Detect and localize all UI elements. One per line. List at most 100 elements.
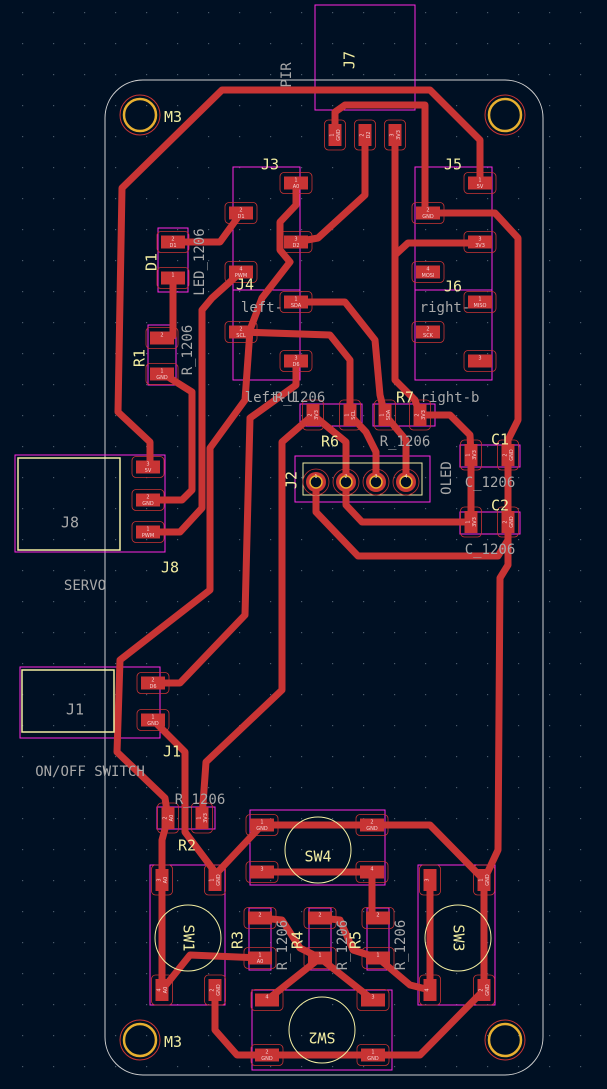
pad[interactable]: 2D6 xyxy=(136,672,170,694)
grid-dot xyxy=(53,291,55,293)
component-j1[interactable]: J1 2D6 1GND J1 ON/OFF SWITCH xyxy=(21,669,181,780)
grid-dot xyxy=(425,384,427,386)
copper-track[interactable] xyxy=(331,101,429,217)
grid-dot xyxy=(332,260,334,262)
pad[interactable]: 2D1 xyxy=(224,202,258,224)
mounting-hole xyxy=(122,97,158,133)
through-hole-pin[interactable]: 1 xyxy=(302,468,330,496)
grid-dot xyxy=(146,1004,148,1006)
pad[interactable]: 33V3 xyxy=(384,119,406,151)
pad[interactable]: 4MOSI xyxy=(411,261,445,283)
grid-dot xyxy=(301,353,303,355)
grid-dot xyxy=(425,663,427,665)
component-r5[interactable]: 2 1 R5 R_1206 xyxy=(347,907,410,971)
grid-dot xyxy=(518,849,520,851)
component-j6[interactable]: 1MISO 2SCK 3 J6 right-b xyxy=(411,278,497,407)
grid-dot xyxy=(425,74,427,76)
grid-dot xyxy=(549,322,551,324)
pad[interactable]: 1SDA xyxy=(279,291,313,313)
body-reference: J8 xyxy=(61,514,79,532)
pad[interactable]: 1GND xyxy=(356,1044,390,1066)
pad-net: GND xyxy=(509,516,515,528)
grid-dot xyxy=(549,663,551,665)
through-hole-pin[interactable]: 2 xyxy=(332,468,360,496)
grid-dot xyxy=(270,539,272,541)
grid-dot xyxy=(425,539,427,541)
grid-dot xyxy=(394,787,396,789)
grid-dot xyxy=(363,880,365,882)
pad[interactable]: 1PWM xyxy=(131,521,165,543)
pad-net: 3V3 xyxy=(396,130,402,140)
component-j8[interactable]: J8 35V 2GND 1PWM J8 SERVO xyxy=(17,456,179,595)
grid-dot xyxy=(22,601,24,603)
grid-dot xyxy=(115,601,117,603)
grid-dot xyxy=(53,477,55,479)
pad[interactable]: 3 xyxy=(419,864,441,896)
grid-dot xyxy=(394,415,396,417)
pad[interactable]: 3 xyxy=(245,861,279,883)
grid-dot xyxy=(146,415,148,417)
grid-dot xyxy=(115,260,117,262)
pad[interactable]: 2GND xyxy=(204,974,226,1006)
pad[interactable]: 33V3 xyxy=(463,231,497,253)
through-hole-pin[interactable]: 3 xyxy=(362,468,390,496)
grid-dot xyxy=(332,1004,334,1006)
grid-dot xyxy=(549,477,551,479)
grid-dot xyxy=(518,229,520,231)
grid-dot xyxy=(363,415,365,417)
pad-number: 2 xyxy=(171,237,174,243)
component-j2[interactable]: 1 2 3 4 J2 OLED xyxy=(283,461,456,496)
grid-dot xyxy=(239,973,241,975)
grid-dot xyxy=(208,167,210,169)
pad[interactable]: 1GND xyxy=(324,119,346,151)
grid-dot xyxy=(22,446,24,448)
pad[interactable]: 2GND xyxy=(131,489,165,511)
pad[interactable]: 2 D2 xyxy=(354,119,376,151)
grid-dot xyxy=(239,136,241,138)
grid-dot xyxy=(22,291,24,293)
grid-dot xyxy=(580,1035,582,1037)
grid-dot xyxy=(301,663,303,665)
pad[interactable]: 2GND xyxy=(355,814,389,836)
pad-net: GND xyxy=(256,826,268,832)
copper-track[interactable] xyxy=(391,239,484,259)
grid-dot xyxy=(549,818,551,820)
pad-number: 2 xyxy=(163,816,169,819)
component-value: right-b xyxy=(420,390,479,406)
grid-dot xyxy=(84,446,86,448)
pad[interactable]: 3D2 xyxy=(279,231,313,253)
pin-number: 3 xyxy=(374,474,377,480)
pad[interactable]: 2D1 xyxy=(156,231,190,253)
pad[interactable]: 3 xyxy=(463,350,497,372)
pad-net: GND xyxy=(142,501,154,507)
pad[interactable]: 3 A0 xyxy=(151,864,173,896)
copper-track[interactable] xyxy=(258,868,382,922)
grid-dot xyxy=(549,446,551,448)
grid-dot xyxy=(301,322,303,324)
pad-number: 1 xyxy=(146,527,149,533)
grid-dot xyxy=(456,260,458,262)
grid-dot xyxy=(22,911,24,913)
pad[interactable]: 2GND xyxy=(250,1044,284,1066)
pcb-canvas[interactable]: M3M3 1 GND 2 D2 3 3V3J7PIR1A02D13D24PWMJ3left… xyxy=(0,0,607,1089)
component-value: R_1206 xyxy=(180,325,196,376)
component-j7[interactable]: 1 GND 2 D2 3 3V3 J7 PIR xyxy=(279,51,406,151)
copper-track[interactable] xyxy=(144,371,196,504)
grid-dot xyxy=(270,601,272,603)
grid-dot xyxy=(580,1004,582,1006)
grid-dot xyxy=(239,353,241,355)
grid-dot xyxy=(487,601,489,603)
copper-track[interactable] xyxy=(149,357,300,687)
grid-dot xyxy=(487,694,489,696)
grid-dot xyxy=(22,384,24,386)
component-value: R_1206 xyxy=(380,434,431,450)
component-r1[interactable]: 2 1GND R1 R_1206 xyxy=(131,325,197,385)
grid-dot xyxy=(53,260,55,262)
grid-dot xyxy=(487,632,489,634)
grid-dot xyxy=(363,694,365,696)
grid-dot xyxy=(84,756,86,758)
pad-number: 3 xyxy=(146,462,149,468)
grid-dot xyxy=(301,384,303,386)
pad[interactable]: 2SCK xyxy=(411,321,445,343)
through-hole-pin[interactable]: 4 xyxy=(392,468,420,496)
